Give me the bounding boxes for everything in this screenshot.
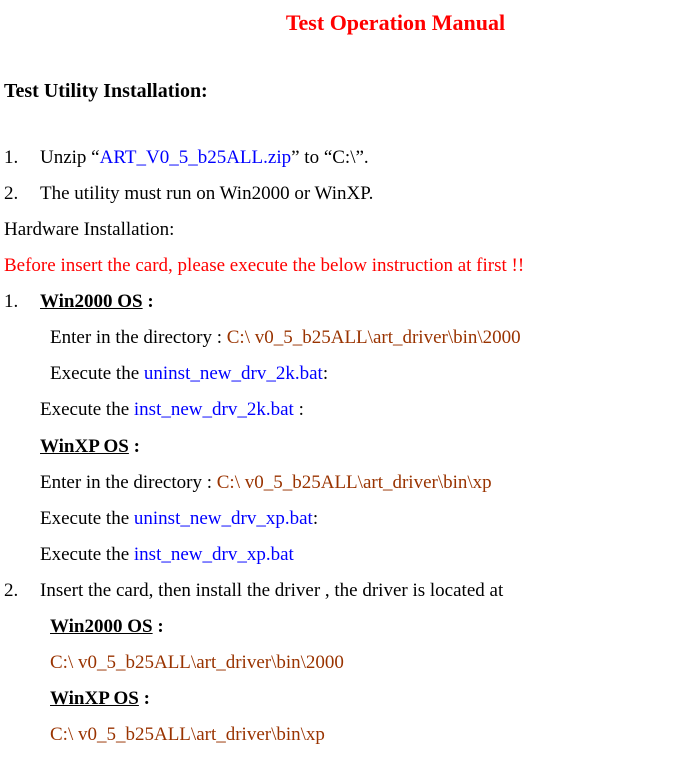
install-step-2: 2. The utility must run on Win2000 or Wi… bbox=[4, 176, 677, 212]
text-prefix: Execute the bbox=[40, 508, 134, 529]
step-content: Insert the card, then install the driver… bbox=[40, 573, 677, 609]
driver-path-win2000: C:\ v0_5_b25ALL\art_driver\bin\2000 bbox=[4, 645, 677, 681]
step-number: 2. bbox=[4, 573, 40, 609]
text-prefix: Unzip “ bbox=[40, 147, 100, 168]
colon: : bbox=[313, 508, 318, 529]
os-label-winxp: WinXP OS bbox=[50, 688, 139, 709]
colon: : bbox=[323, 363, 328, 384]
hardware-step-2: 2. Insert the card, then install the dri… bbox=[4, 573, 677, 609]
text-prefix: Execute the bbox=[40, 399, 134, 420]
step-content: The utility must run on Win2000 or WinXP… bbox=[40, 176, 677, 212]
text-prefix: Execute the bbox=[40, 544, 134, 565]
driver-path-winxp: C:\ v0_5_b25ALL\art_driver\bin\xp bbox=[4, 717, 677, 753]
step-content: Unzip “ART_V0_5_b25ALL.zip” to “C:\”. bbox=[40, 140, 677, 176]
directory-path: C:\ v0_5_b25ALL\art_driver\bin\xp bbox=[217, 472, 492, 493]
os-label-winxp: WinXP OS bbox=[40, 436, 129, 457]
os-heading-winxp: WinXP OS : bbox=[4, 429, 677, 465]
execute-inst-2k: Execute the inst_new_drv_2k.bat : bbox=[4, 392, 677, 428]
warning-text: Before insert the card, please execute t… bbox=[4, 248, 677, 284]
text-prefix: Enter in the directory : bbox=[40, 472, 217, 493]
step-number: 1. bbox=[4, 140, 40, 176]
step-content: Win2000 OS : bbox=[40, 284, 677, 320]
directory-path: C:\ v0_5_b25ALL\art_driver\bin\2000 bbox=[227, 327, 521, 348]
step-number: 1. bbox=[4, 284, 40, 320]
enter-directory-winxp: Enter in the directory : C:\ v0_5_b25ALL… bbox=[4, 465, 677, 501]
section-heading-install: Test Utility Installation: bbox=[4, 72, 677, 110]
text-suffix: ” to “C:\”. bbox=[291, 147, 369, 168]
colon: : bbox=[143, 291, 154, 312]
os-label-win2000: Win2000 OS bbox=[50, 616, 153, 637]
text-prefix: Enter in the directory : bbox=[50, 327, 227, 348]
execute-inst-xp: Execute the inst_new_drv_xp.bat bbox=[4, 537, 677, 573]
space-colon: : bbox=[294, 399, 304, 420]
os-heading-winxp-2: WinXP OS : bbox=[4, 681, 677, 717]
hardware-heading: Hardware Installation: bbox=[4, 212, 677, 248]
document-title: Test Operation Manual bbox=[4, 2, 677, 44]
zip-filename: ART_V0_5_b25ALL.zip bbox=[100, 147, 291, 168]
text-prefix: Execute the bbox=[50, 363, 144, 384]
os-label-win2000: Win2000 OS bbox=[40, 291, 143, 312]
install-step-1: 1. Unzip “ART_V0_5_b25ALL.zip” to “C:\”. bbox=[4, 140, 677, 176]
enter-directory-win2000: Enter in the directory : C:\ v0_5_b25ALL… bbox=[4, 320, 677, 356]
execute-uninst-2k: Execute the uninst_new_drv_2k.bat: bbox=[4, 356, 677, 392]
batch-file: uninst_new_drv_xp.bat bbox=[134, 508, 313, 529]
hardware-step-1: 1. Win2000 OS : bbox=[4, 284, 677, 320]
execute-uninst-xp: Execute the uninst_new_drv_xp.bat: bbox=[4, 501, 677, 537]
colon: : bbox=[153, 616, 164, 637]
colon: : bbox=[139, 688, 150, 709]
batch-file: inst_new_drv_2k.bat bbox=[134, 399, 294, 420]
colon: : bbox=[129, 436, 140, 457]
batch-file: uninst_new_drv_2k.bat bbox=[144, 363, 323, 384]
step-number: 2. bbox=[4, 176, 40, 212]
batch-file: inst_new_drv_xp.bat bbox=[134, 544, 294, 565]
os-heading-win2000-2: Win2000 OS : bbox=[4, 609, 677, 645]
